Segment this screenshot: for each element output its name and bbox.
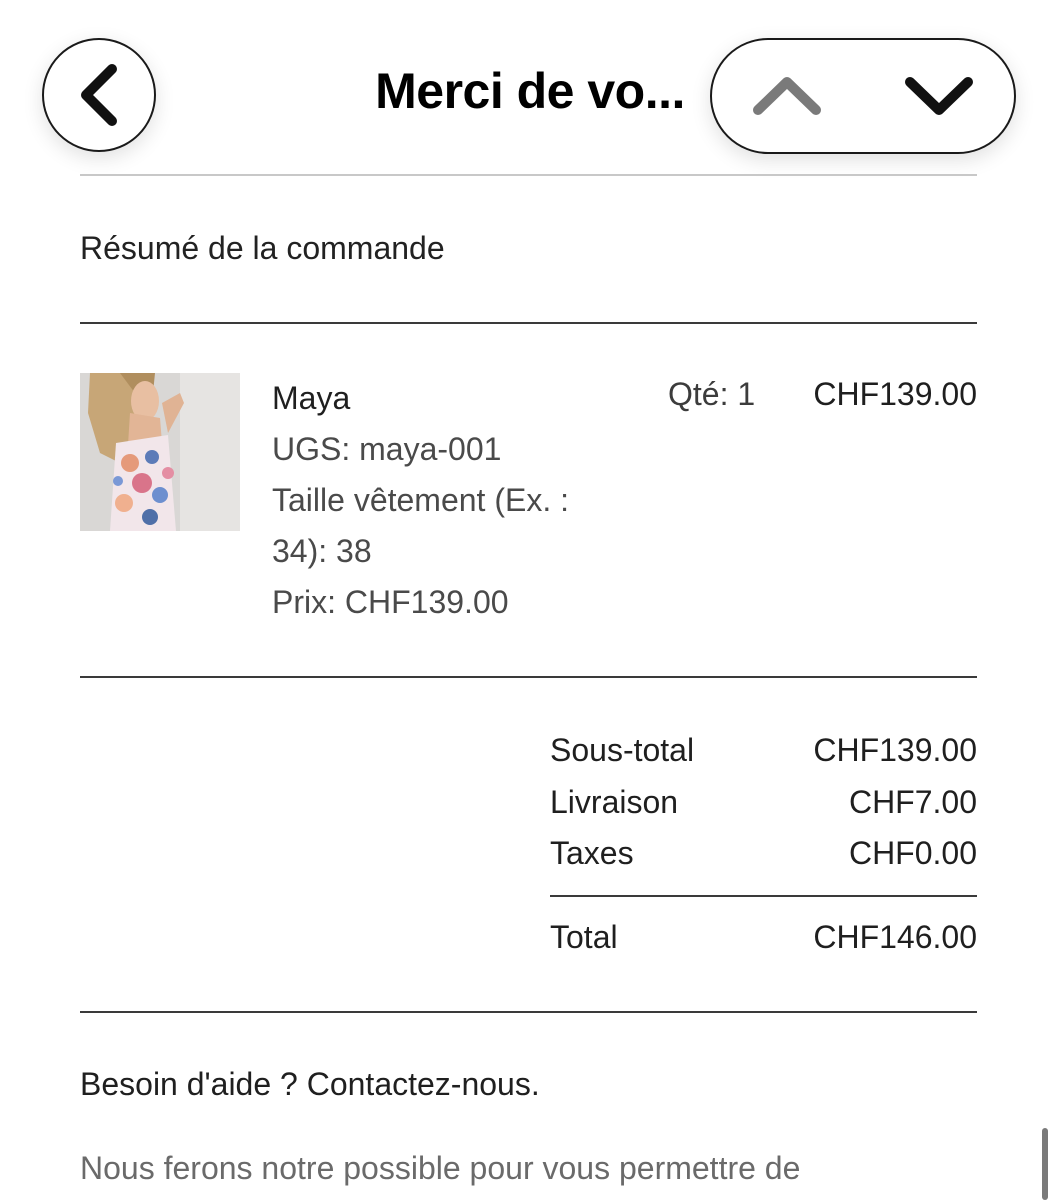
product-line-total: CHF139.00 <box>813 376 977 412</box>
previous-message-button[interactable] <box>712 40 862 152</box>
divider <box>80 322 977 324</box>
product-size-line1: Taille vêtement (Ex. : <box>272 482 569 518</box>
back-button[interactable] <box>42 38 156 152</box>
order-summary-title: Résumé de la commande <box>80 230 445 266</box>
chevron-left-icon <box>81 64 117 126</box>
nav-title: Merci de vo... <box>375 63 685 119</box>
subtotal-label: Sous-total <box>550 732 695 768</box>
product-size-line2: 34): 38 <box>272 533 372 569</box>
totals-divider <box>550 895 977 897</box>
product-image[interactable] <box>80 373 240 531</box>
divider <box>80 174 977 176</box>
help-title: Besoin d'aide ? Contactez-nous. <box>80 1066 540 1102</box>
message-nav-pill <box>710 38 1016 154</box>
taxes-label: Taxes <box>550 835 634 871</box>
product-photo <box>80 373 240 531</box>
shipping-value: CHF7.00 <box>848 784 977 820</box>
divider <box>80 676 977 678</box>
scrollbar[interactable] <box>1042 1128 1048 1200</box>
taxes-value: CHF0.00 <box>848 835 977 871</box>
email-page: ​ Merci de vo... Résumé de la commande <box>0 0 1058 1200</box>
product-quantity: Qté: 1 <box>668 376 756 412</box>
divider <box>80 1011 977 1013</box>
shipping-label: Livraison <box>550 784 679 820</box>
product-name: Maya <box>272 380 351 416</box>
product-unit-price: Prix: CHF139.00 <box>272 584 509 620</box>
product-sku: UGS: maya-001 <box>272 431 502 467</box>
total-value: CHF146.00 <box>813 919 977 955</box>
help-text: Nous ferons notre possible pour vous per… <box>80 1150 801 1186</box>
total-label: Total <box>550 919 618 955</box>
chevron-up-icon <box>753 77 821 115</box>
subtotal-value: CHF139.00 <box>813 732 977 768</box>
chevron-down-icon <box>905 77 973 115</box>
next-message-button[interactable] <box>864 40 1014 152</box>
